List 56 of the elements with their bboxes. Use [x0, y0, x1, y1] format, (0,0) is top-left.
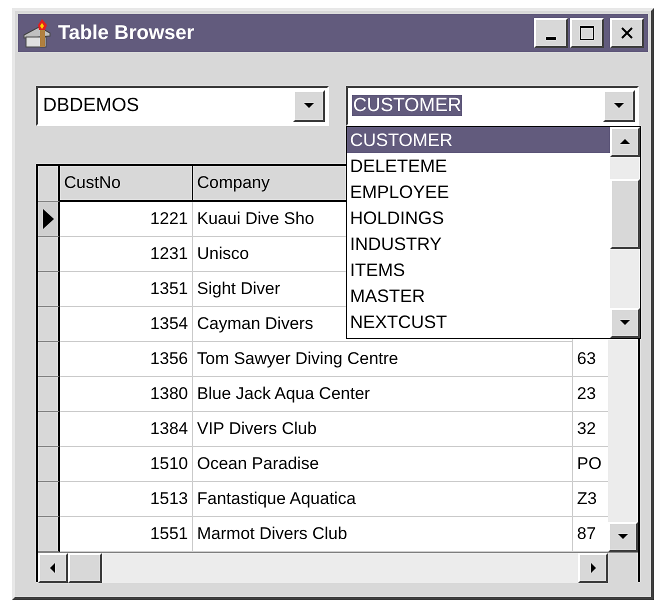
column-header[interactable]: CustNo — [60, 166, 193, 202]
table-cell: 1384 — [60, 412, 193, 447]
list-item[interactable]: DELETEME — [347, 153, 610, 179]
table-cell: 1510 — [60, 447, 193, 482]
row-indicator[interactable] — [38, 342, 60, 377]
scrollbar[interactable] — [610, 127, 640, 338]
table-cell: Fantastique Aquatica — [193, 482, 573, 517]
row-indicator[interactable] — [38, 447, 60, 482]
table-cell: Tom Sawyer Diving Centre — [193, 342, 573, 377]
maximize-button[interactable] — [570, 18, 604, 48]
list-item[interactable]: NEXTCUST — [347, 309, 610, 335]
table-cell: 1221 — [60, 202, 193, 237]
list-item[interactable]: MASTER — [347, 283, 610, 309]
table-cell: 1356 — [60, 342, 193, 377]
scroll-down-button[interactable] — [610, 308, 640, 338]
scroll-down-button[interactable] — [608, 522, 638, 552]
list-item[interactable]: CUSTOMER — [347, 127, 610, 153]
dropdown-arrow-button[interactable] — [293, 90, 325, 122]
table-cell: 1380 — [60, 377, 193, 412]
scroll-thumb[interactable] — [68, 553, 102, 583]
minimize-button[interactable] — [534, 18, 568, 48]
table-cell: 1351 — [60, 272, 193, 307]
list-item[interactable]: EMPLOYEE — [347, 179, 610, 205]
table-cell: Blue Jack Aqua Center — [193, 377, 573, 412]
row-indicator[interactable] — [38, 412, 60, 447]
row-indicator[interactable] — [38, 272, 60, 307]
dropdown-value: DBDEMOS — [42, 95, 140, 116]
dropdown-field[interactable]: DBDEMOS — [36, 86, 329, 126]
row-indicator[interactable] — [38, 237, 60, 272]
row-indicator[interactable] — [38, 377, 60, 412]
window-title: Table Browser — [58, 22, 196, 44]
row-indicator[interactable] — [38, 202, 60, 237]
list-item[interactable]: ITEMS — [347, 257, 610, 283]
table-cell: 1513 — [60, 482, 193, 517]
scroll-up-button[interactable] — [610, 127, 640, 157]
scroll-thumb[interactable] — [610, 179, 640, 249]
scrollbar-corner — [608, 553, 638, 583]
table-cell: Ocean Paradise — [193, 447, 573, 482]
list-item[interactable]: HOLDINGS — [347, 205, 610, 231]
pointer-icon — [42, 209, 54, 229]
scroll-left-button[interactable] — [38, 553, 68, 583]
table-cell: 1231 — [60, 237, 193, 272]
minimize-icon — [546, 36, 556, 40]
close-button[interactable] — [610, 18, 644, 48]
table-cell: VIP Divers Club — [193, 412, 573, 447]
list-item[interactable]: INDUSTRY — [347, 231, 610, 257]
maximize-icon — [579, 25, 595, 41]
scroll-right-button[interactable] — [578, 553, 608, 583]
row-indicator[interactable] — [38, 517, 60, 552]
dropdown-arrow-button[interactable] — [603, 90, 635, 122]
row-indicator[interactable] — [38, 482, 60, 517]
table-cell: 1354 — [60, 307, 193, 342]
dropdown-value: CUSTOMER — [352, 95, 462, 116]
close-icon — [620, 26, 634, 40]
house-icon — [22, 18, 52, 48]
row-indicator[interactable] — [38, 307, 60, 342]
